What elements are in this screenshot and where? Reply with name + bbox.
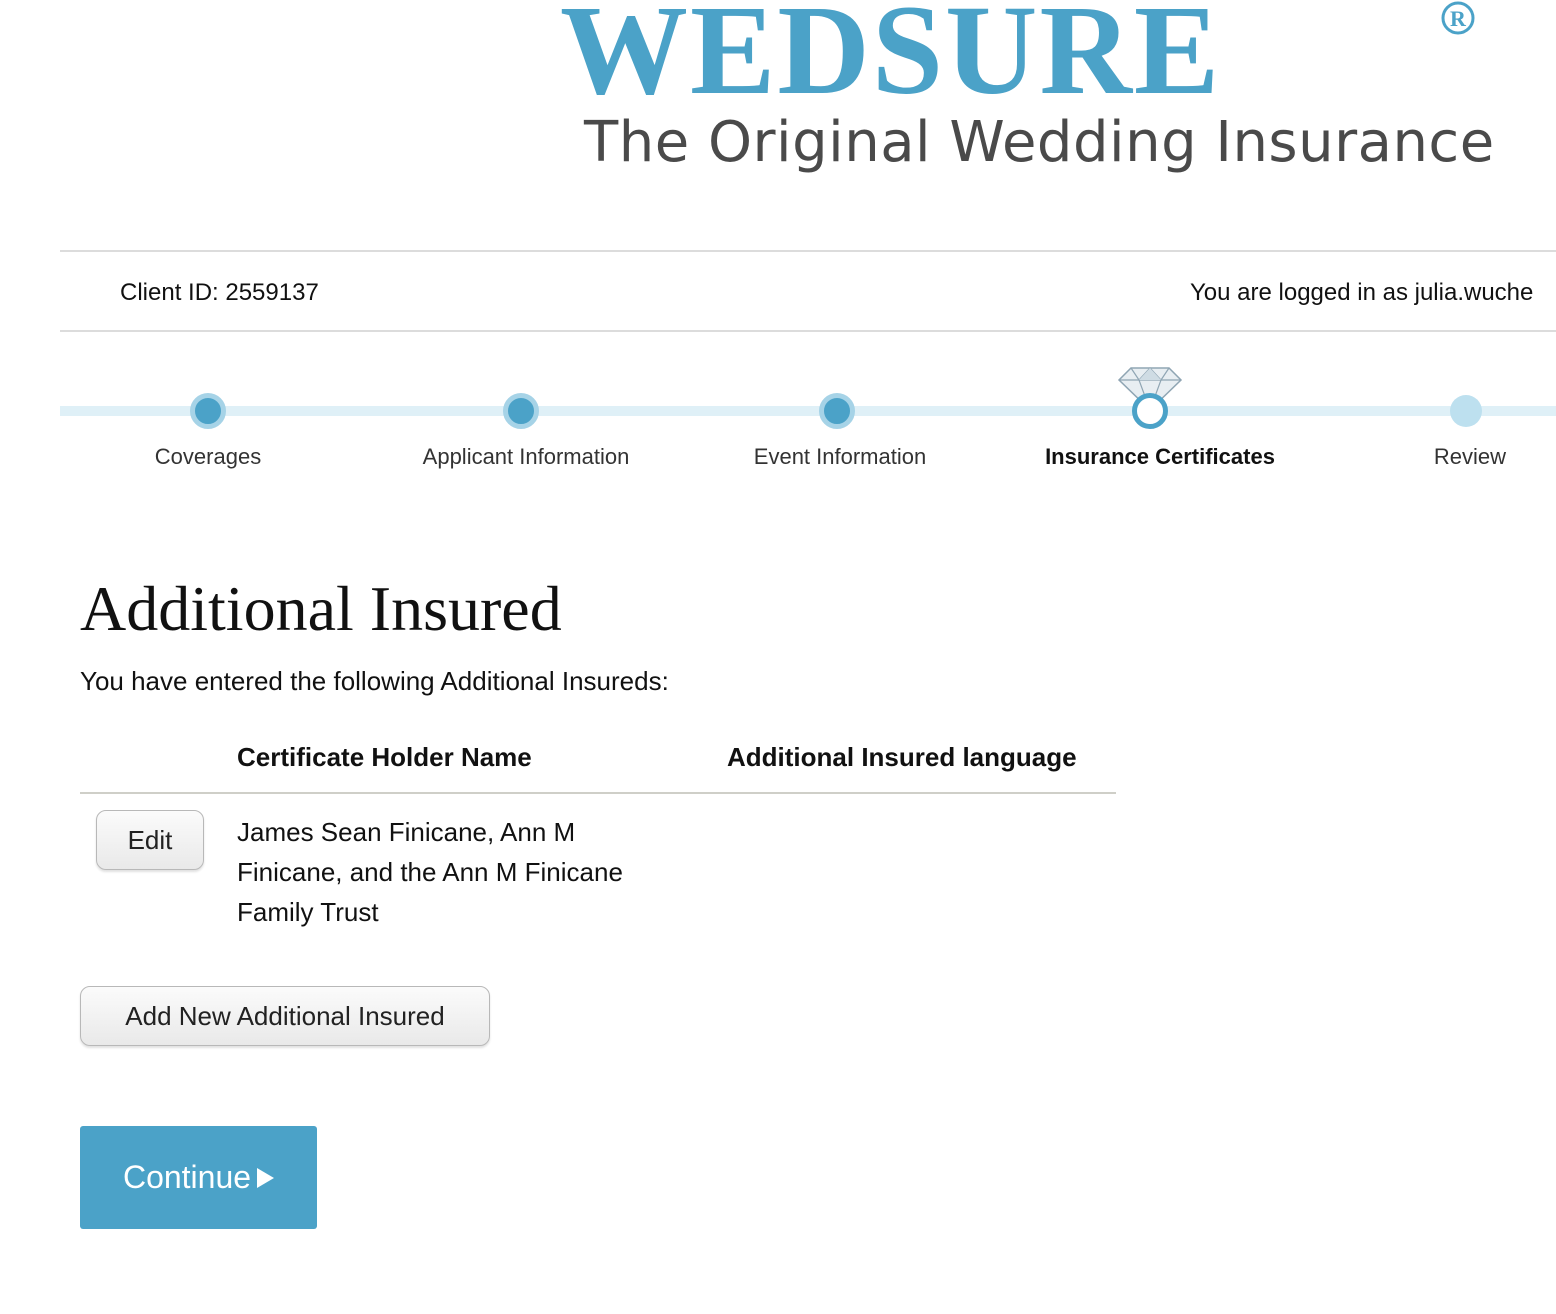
step-event-information: Event Information <box>688 360 988 490</box>
page-title: Additional Insured <box>80 573 562 644</box>
add-new-additional-insured-button[interactable]: Add New Additional Insured <box>80 986 490 1046</box>
client-id: Client ID: 2559137 <box>120 279 319 306</box>
registered-mark-letter: R <box>1450 6 1467 31</box>
step-dot <box>819 393 855 429</box>
step-dot <box>503 393 539 429</box>
additional-insured-table: Certificate Holder Name Additional Insur… <box>80 728 1116 944</box>
step-review: Review <box>1316 360 1556 490</box>
column-header-insured-language: Additional Insured language <box>727 742 1077 772</box>
brand-tagline: The Original Wedding Insurance <box>584 110 1495 175</box>
account-info-bar: Client ID: 2559137 You are logged in as … <box>60 250 1556 332</box>
continue-label: Continue <box>122 1159 252 1195</box>
table-header: Certificate Holder Name Additional Insur… <box>80 728 1116 794</box>
brand-logo: WEDSURE R The Original Wedding Insurance <box>560 0 1500 190</box>
step-label: Coverages <box>154 444 262 469</box>
certificate-holder-name: James Sean Finicane, Ann M Finicane, and… <box>237 817 623 927</box>
column-header-holder-name: Certificate Holder Name <box>237 742 532 772</box>
table-row: Edit James Sean Finicane, Ann M Finicane… <box>80 794 1116 944</box>
logged-in-user: You are logged in as julia.wuche <box>1190 279 1534 306</box>
edit-button[interactable]: Edit <box>96 810 204 870</box>
step-dot <box>190 393 226 429</box>
brand-name: WEDSURE <box>560 0 1222 121</box>
step-insurance-certificates: Insurance Certificates <box>1000 360 1300 490</box>
step-dot <box>1450 395 1482 427</box>
step-coverages: Coverages <box>60 360 360 490</box>
play-arrow-icon <box>257 1167 275 1188</box>
intro-text: You have entered the following Additiona… <box>80 666 669 696</box>
progress-steps: Coverages Applicant Information Event In… <box>60 360 1556 490</box>
step-label: Review <box>1433 444 1507 469</box>
step-dot <box>1132 393 1168 429</box>
step-applicant-information: Applicant Information <box>372 360 672 490</box>
continue-button[interactable]: Continue <box>80 1126 317 1229</box>
step-label: Event Information <box>753 444 927 469</box>
step-label: Applicant Information <box>422 444 630 469</box>
registered-mark-icon: R <box>1441 1 1475 35</box>
step-label: Insurance Certificates <box>1045 444 1275 469</box>
